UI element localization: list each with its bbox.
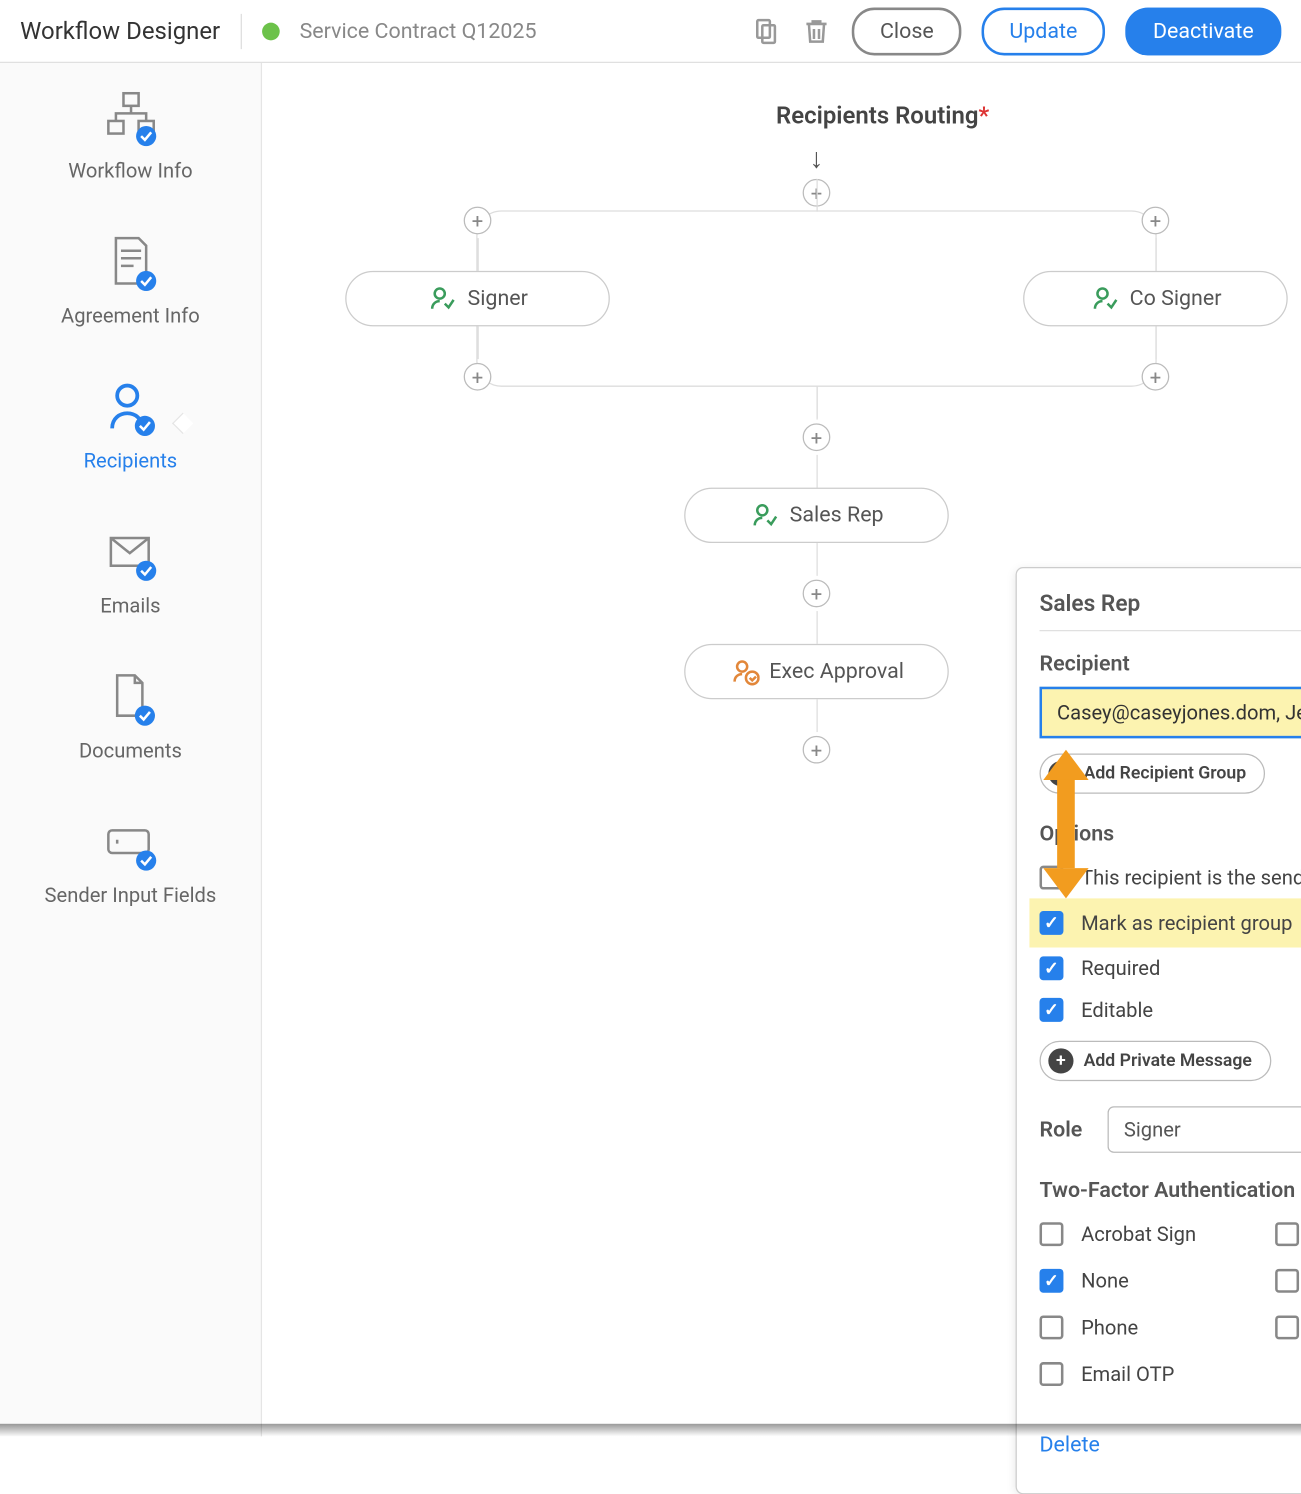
node-signer[interactable]: Signer — [345, 271, 610, 326]
recipient-input[interactable] — [1040, 687, 1301, 739]
add-node-button[interactable]: + — [803, 580, 831, 608]
tfa-phone[interactable]: Phone — [1040, 1307, 1261, 1349]
checkbox-checked[interactable] — [1040, 998, 1064, 1022]
recipient-panel: Sales Rep ✎ ✕ Recipient + Add Recipient … — [1016, 567, 1301, 1494]
down-arrow-icon: ↓ — [684, 142, 949, 175]
sidebar-item-emails[interactable]: Emails — [100, 523, 160, 618]
node-exec[interactable]: Exec Approval — [684, 644, 949, 699]
role-select[interactable]: Signer ⌄ — [1108, 1106, 1301, 1153]
add-node-button[interactable]: + — [464, 207, 492, 235]
add-private-message-button[interactable]: + Add Private Message — [1040, 1041, 1271, 1081]
option-required[interactable]: Required — [1040, 948, 1301, 990]
copy-icon[interactable] — [751, 16, 781, 46]
recipient-label: Recipient — [1040, 651, 1301, 676]
node-salesrep[interactable]: Sales Rep — [684, 488, 949, 543]
add-node-button[interactable]: + — [803, 423, 831, 451]
add-node-button[interactable]: + — [803, 736, 831, 764]
tfa-email[interactable]: Email OTP — [1040, 1353, 1261, 1395]
checkbox-checked[interactable] — [1040, 911, 1064, 935]
trash-icon[interactable] — [802, 16, 832, 46]
option-sender[interactable]: This recipient is the sender — [1040, 857, 1301, 899]
header: Workflow Designer Service Contract Q1202… — [0, 0, 1301, 63]
plus-icon: + — [1048, 761, 1073, 786]
canvas: Recipients Routing* ↓ + + Signer + — [262, 63, 1301, 1436]
tfa-kba[interactable]: KBA — [1275, 1213, 1301, 1255]
app-title: Workflow Designer — [20, 16, 220, 45]
parallel-branch: + Signer + + Co Signer — [476, 210, 1156, 386]
status-indicator — [262, 22, 280, 40]
add-recipient-group-button[interactable]: + Add Recipient Group — [1040, 753, 1266, 793]
tfa-password[interactable]: Password — [1275, 1260, 1301, 1302]
sidebar-item-sender-fields[interactable]: Sender Input Fields — [45, 813, 217, 908]
update-button[interactable]: Update — [982, 7, 1105, 55]
sidebar-item-recipients[interactable]: Recipients — [84, 378, 178, 473]
options-label: Options — [1040, 822, 1301, 847]
close-button[interactable]: Close — [852, 7, 961, 55]
option-recipient-group[interactable]: Mark as recipient group — [1029, 898, 1301, 947]
plus-icon: + — [1048, 1048, 1073, 1073]
checkbox[interactable] — [1040, 866, 1064, 890]
sidebar-item-workflow-info[interactable]: Workflow Info — [68, 88, 192, 183]
add-node-button[interactable]: + — [1142, 207, 1170, 235]
panel-title: Sales Rep — [1040, 591, 1141, 617]
role-label: Role — [1040, 1117, 1083, 1142]
node-cosigner[interactable]: Co Signer — [1023, 271, 1288, 326]
add-node-button[interactable]: + — [1142, 363, 1170, 391]
checkbox-checked[interactable] — [1040, 956, 1064, 980]
workflow-name: Service Contract Q12025 — [300, 18, 537, 43]
sidebar-item-agreement-info[interactable]: Agreement Info — [61, 233, 200, 328]
flow-title: Recipients Routing* — [501, 101, 1263, 130]
tfa-acrobat[interactable]: Acrobat Sign — [1040, 1213, 1261, 1255]
deactivate-button[interactable]: Deactivate — [1125, 7, 1281, 55]
add-node-button[interactable]: + — [464, 363, 492, 391]
tfa-label: Two-Factor Authentication (2FA) — [1040, 1178, 1301, 1203]
tfa-none[interactable]: None — [1040, 1260, 1261, 1302]
option-editable[interactable]: Editable — [1040, 989, 1301, 1031]
sidebar: Workflow Info Agreement Info Recipients … — [0, 63, 262, 1436]
sidebar-item-documents[interactable]: Documents — [79, 668, 182, 763]
tfa-gov[interactable]: Government ID — [1275, 1307, 1301, 1349]
